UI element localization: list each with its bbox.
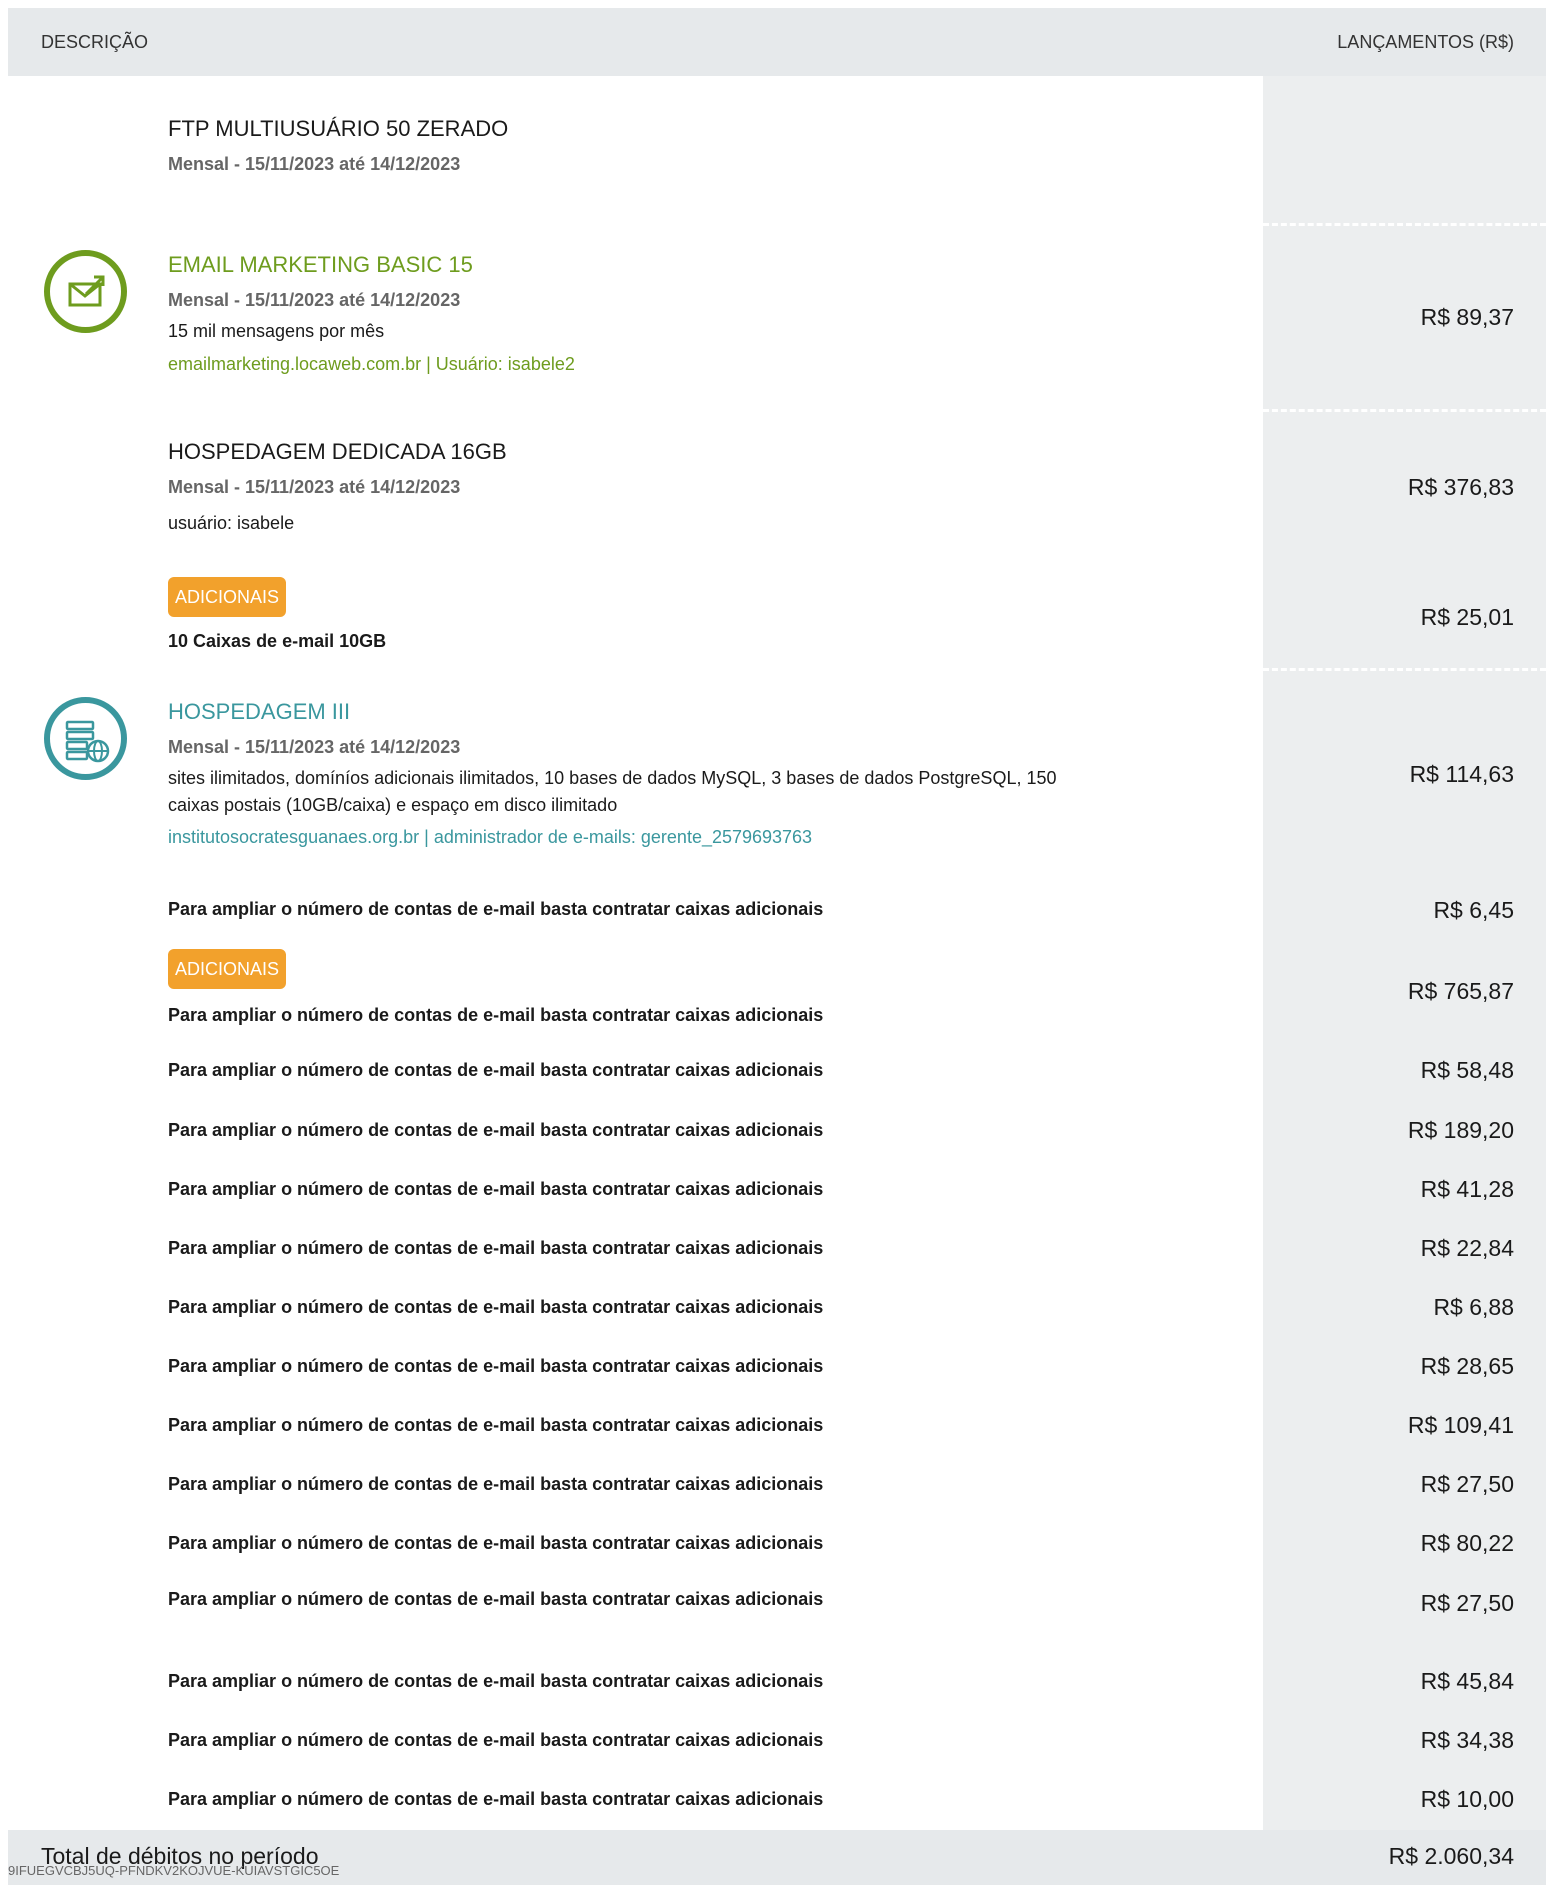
hosting-iii-desc: sites ilimitados, domíníos adicionais il… [168,768,1057,815]
addon-line-label: Para ampliar o número de contas de e-mai… [168,1730,824,1750]
addon-line-amount: R$ 34,38 [1420,1727,1514,1753]
description-column-header: DESCRIÇÃO [41,32,149,52]
addon-label: 10 Caixas de e-mail 10GB [168,631,387,651]
addon-line-amount: R$ 109,41 [1407,1412,1514,1438]
dedicated-hosting-amount: R$ 376,83 [1407,474,1514,500]
amounts-column [1263,76,1546,1830]
addon-line-label: Para ampliar o número de contas de e-mai… [168,1179,824,1199]
addon-line-amount: R$ 45,84 [1420,1668,1514,1694]
dedicated-hosting-desc: usuário: isabele [168,513,295,533]
addon-line-label: Para ampliar o número de contas de e-mai… [168,1415,824,1435]
email-marketing-title[interactable]: EMAIL MARKETING BASIC 15 [168,252,473,278]
addon-line-amount: R$ 22,84 [1420,1235,1514,1261]
addon-line-label: Para ampliar o número de contas de e-mai… [168,1060,824,1080]
email-marketing-link[interactable]: emailmarketing.locaweb.com.br | Usuário:… [168,354,575,375]
document-code: 9IFUEGVCBJ5UQ-PFNDKV2KOJVUE-KUIAVSTGIC5O… [8,1863,340,1878]
email-marketing-amount: R$ 89,37 [1420,304,1514,330]
addon-line-label: Para ampliar o número de contas de e-mai… [168,1474,824,1494]
addon-line-amount: R$ 58,48 [1420,1057,1514,1083]
addon-line-label: Para ampliar o número de contas de e-mai… [168,1533,824,1553]
hosting-iii-amount: R$ 114,63 [1409,761,1514,787]
hosting-line-amount: R$ 6,45 [1433,897,1514,923]
dedicated-hosting-title: HOSPEDAGEM DEDICADA 16GB [168,439,507,464]
addon-line-label: Para ampliar o número de contas de e-mai… [168,1671,824,1691]
addon-line-label: Para ampliar o número de contas de e-mai… [168,1120,824,1140]
total-amount: R$ 2.060,34 [1388,1843,1514,1869]
hosting-iii-period: Mensal - 15/11/2023 até 14/12/2023 [168,737,461,757]
addon-line-label: Para ampliar o número de contas de e-mai… [168,1789,824,1809]
table-header: DESCRIÇÃO LANÇAMENTOS (R$) [8,8,1546,76]
addon-amount: R$ 25,01 [1420,604,1514,630]
server-globe-icon [44,697,127,780]
separator [1263,668,1546,671]
total-footer: Total de débitos no período 9IFUEGVCBJ5U… [8,1830,1546,1885]
dedicated-hosting-period: Mensal - 15/11/2023 até 14/12/2023 [168,477,461,497]
email-marketing-period: Mensal - 15/11/2023 até 14/12/2023 [168,290,461,310]
addon-line-amount: R$ 28,65 [1420,1353,1514,1379]
addon-line-label: Para ampliar o número de contas de e-mai… [168,1297,824,1317]
addon-line-amount: R$ 80,22 [1420,1530,1514,1556]
hosting-addon-amount: R$ 765,87 [1407,978,1514,1004]
addon-line-amount: R$ 10,00 [1420,1786,1514,1812]
separator [1263,223,1546,226]
addon-line-amount: R$ 27,50 [1420,1590,1514,1616]
addon-line-amount: R$ 27,50 [1420,1471,1514,1497]
addon-line-label: Para ampliar o número de contas de e-mai… [168,1005,824,1025]
addon-line-label: Para ampliar o número de contas de e-mai… [168,1356,824,1376]
amounts-column-header: LANÇAMENTOS (R$) [1337,32,1514,52]
addon-line-amount: R$ 41,28 [1420,1176,1514,1202]
separator [1263,409,1546,412]
ftp-title: FTP MULTIUSUÁRIO 50 ZERADO [168,116,509,141]
addon-line-label: Para ampliar o número de contas de e-mai… [168,1238,824,1258]
addons-badge: ADICIONAIS [168,577,287,617]
addon-line-label: Para ampliar o número de contas de e-mai… [168,1589,824,1609]
addon-line-amount: R$ 189,20 [1407,1117,1514,1143]
hosting-iii-link[interactable]: institutosocratesguanaes.org.br | admini… [168,827,812,848]
email-marketing-desc: 15 mil mensagens por mês [168,321,385,341]
hosting-iii-title[interactable]: HOSPEDAGEM III [168,699,350,725]
ftp-period: Mensal - 15/11/2023 até 14/12/2023 [168,154,461,174]
addon-line-amount: R$ 6,88 [1433,1294,1514,1320]
hosting-line-label: Para ampliar o número de contas de e-mai… [168,899,824,919]
addons-badge: ADICIONAIS [168,949,287,989]
envelope-arrow-icon [44,250,127,333]
